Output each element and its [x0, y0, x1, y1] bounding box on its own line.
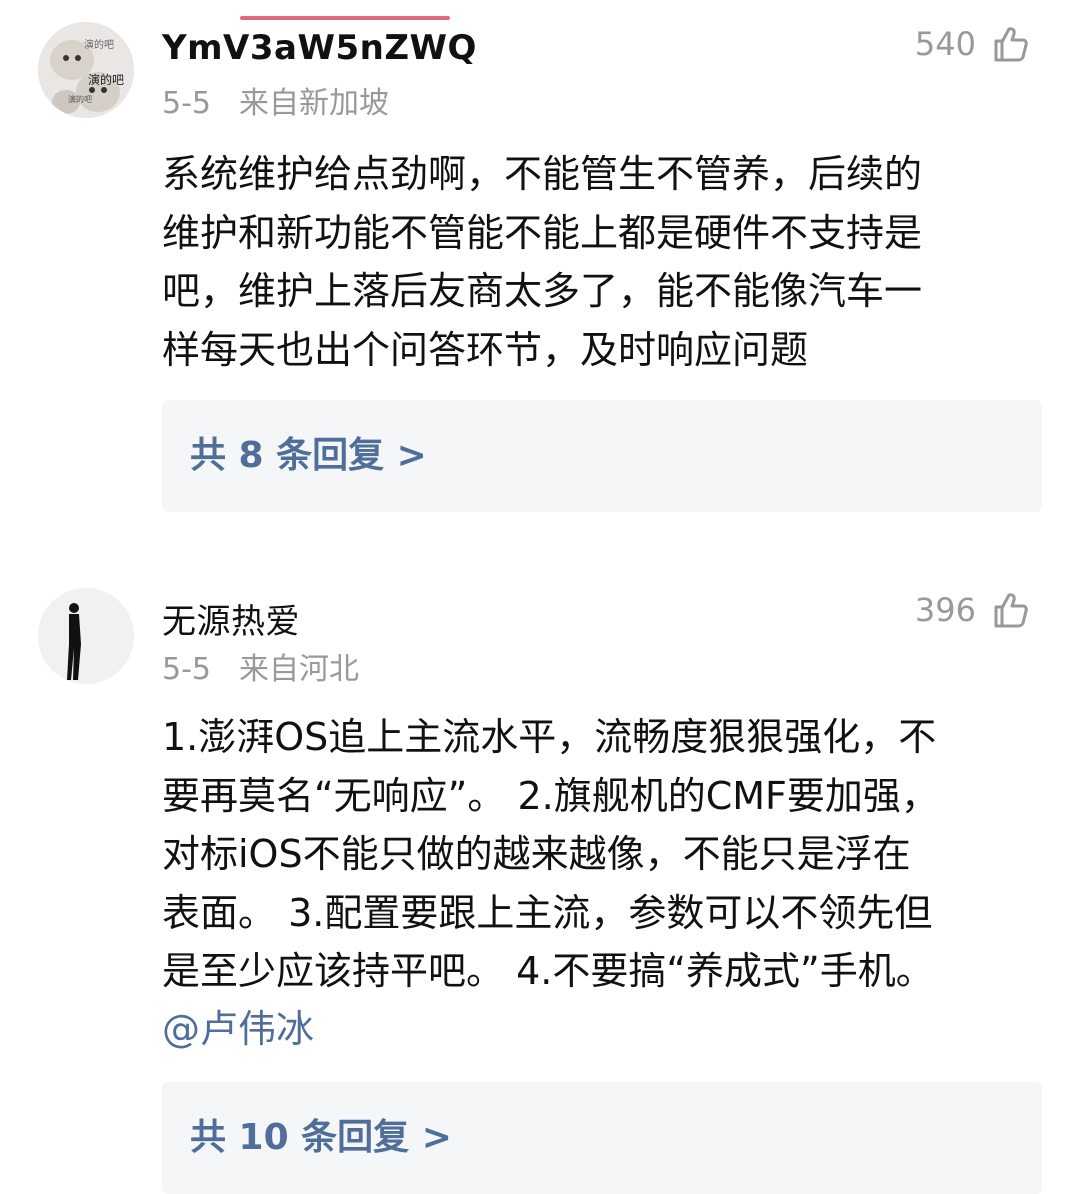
comment-text: 系统维护给点劲啊，不能管生不管养，后续的 维护和新功能不管能不能上都是硬件不支持… — [162, 152, 923, 372]
avatar[interactable] — [38, 588, 134, 684]
thumbs-up-icon — [994, 27, 1028, 62]
username[interactable]: 无源热爱 — [162, 594, 300, 643]
view-replies-link[interactable]: 共 10 条回复 > — [190, 1082, 452, 1194]
silhouette-avatar-icon — [38, 588, 134, 684]
comment-meta: 5-5 来自河北 — [162, 644, 359, 688]
replies-panel[interactable]: 共 10 条回复 > — [162, 1082, 1042, 1194]
like-count: 540 — [914, 25, 976, 63]
like-button[interactable]: 540 — [915, 24, 1030, 64]
cat-meme-avatar-icon: 演的吧 演的吧 演的吧 — [38, 22, 134, 118]
comment-date: 5-5 — [162, 652, 211, 687]
thumbs-up-icon — [994, 593, 1028, 628]
avatar-caption: 演的吧 — [68, 94, 92, 104]
comment-date: 5-5 — [162, 86, 211, 121]
avatar-caption: 演的吧 — [84, 38, 114, 51]
comment-meta: 5-5 来自新加坡 — [162, 78, 389, 122]
like-count: 396 — [914, 591, 976, 629]
replies-panel[interactable]: 共 8 条回复 > — [162, 400, 1042, 512]
comment-text: 1.澎湃OS追上主流水平，流畅度狠狠强化，不 要再莫名“无响应”。 2.旗舰机的… — [162, 715, 939, 993]
scroll-indicator — [240, 16, 450, 20]
avatar-caption: 演的吧 — [88, 72, 124, 87]
comment-location: 来自河北 — [239, 652, 359, 687]
username[interactable]: YmV3aW5nZWQ — [162, 28, 477, 68]
avatar[interactable]: 演的吧 演的吧 演的吧 — [38, 22, 134, 118]
view-replies-link[interactable]: 共 8 条回复 > — [190, 400, 427, 512]
mention-link[interactable]: @卢伟冰 — [162, 1000, 1042, 1059]
comment-location: 来自新加坡 — [239, 86, 389, 121]
like-button[interactable]: 396 — [915, 590, 1030, 630]
